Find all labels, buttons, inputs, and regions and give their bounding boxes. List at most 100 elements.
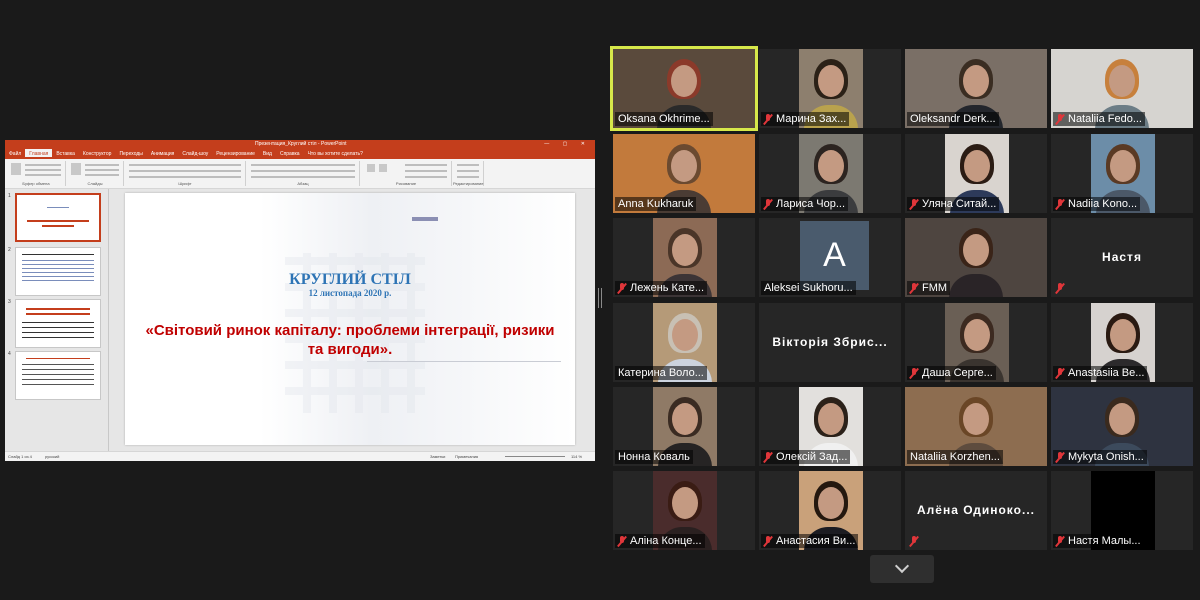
ribbon-group-drawing[interactable]: Рисование [361,161,452,186]
video-figure [818,150,844,182]
mic-muted-icon [1056,367,1064,379]
video-figure [1110,319,1136,351]
participant-name-label: Олексій Зад... [761,450,851,464]
participant-tile[interactable]: Анастасия Ви... [759,471,901,550]
video-figure [963,234,989,266]
video-figure [963,65,989,97]
slide-thumb-3[interactable] [15,299,101,348]
tab-design[interactable]: Конструктор [79,149,116,157]
participant-tile[interactable]: Катерина Воло... [613,303,755,382]
mic-muted-icon [1056,113,1064,125]
tab-animation[interactable]: Анимация [147,149,178,157]
tab-transitions[interactable]: Переходы [115,149,146,157]
video-figure [964,150,990,182]
tell-me-search[interactable]: Что вы хотите сделать? [304,149,367,157]
slide-title: КРУГЛИЙ СТІЛ [289,271,411,288]
video-figure [963,403,989,435]
mic-muted-icon [910,198,918,210]
participant-name-label: Лежень Кате... [615,281,708,295]
tab-slideshow[interactable]: Слайд-шоу [178,149,212,157]
participant-tile[interactable]: Nadiia Kono... [1051,134,1193,213]
participant-tile[interactable]: A Aleksei Sukhoru... [759,218,901,297]
video-figure [672,487,698,519]
video-figure [671,150,697,182]
participant-tile[interactable]: Anastasiia Be... [1051,303,1193,382]
ribbon-group-paragraph[interactable]: Абзац [247,161,360,186]
participant-tile[interactable]: FMM [905,218,1047,297]
participant-name-label: Nadiia Kono... [1053,197,1141,211]
video-figure [964,319,990,351]
participant-name: Уляна Ситай... [922,198,997,210]
participant-tile[interactable]: Nataliia Fedo... [1051,49,1193,128]
ppt-ribbon-tabs: Файл Главная Вставка Конструктор Переходы Ани… [5,149,595,159]
zoom-level[interactable]: 114 % [571,454,582,459]
ribbon-group-clipboard[interactable]: Буфер обмена [7,161,66,186]
participant-name: Oksana Okhrime... [618,113,710,125]
participant-tile[interactable]: Алёна Одиноко... [905,471,1047,550]
comments-button[interactable]: Примечания [455,454,478,459]
participant-name-label: Нонна Коваль [615,450,693,464]
gallery-scroll-button[interactable] [870,555,934,583]
chevron-down-icon [894,558,910,574]
participant-tile[interactable]: Уляна Ситай... [905,134,1047,213]
participant-name-label: Даша Серге... [907,366,996,380]
mic-muted-icon [764,198,772,210]
participant-tile[interactable]: Лежень Кате... [613,218,755,297]
participant-name-label [907,535,925,548]
notes-button[interactable]: Заметки [430,454,445,459]
shared-screen: Презентация_Круглий стіл - PowerPoint — … [5,140,595,461]
ribbon-group-slides[interactable]: Слайды [67,161,124,186]
participant-tile[interactable]: Лариса Чор... [759,134,901,213]
participant-name: Mykyta Onish... [1068,451,1144,463]
ribbon-group-editing[interactable]: Редактирование [453,161,484,186]
participant-tile[interactable]: Марина Зах... [759,49,901,128]
slide-divider [367,361,561,362]
participant-name-label: Oleksandr Derk... [907,112,999,126]
participant-name-label [1053,282,1071,295]
participant-name-label: FMM [907,281,951,295]
participant-tile[interactable]: Вікторія Збрис... [759,303,901,382]
new-slide-icon [71,163,81,175]
video-figure [949,274,1003,297]
participant-name: Нонна Коваль [618,451,690,463]
participant-display-name: Настя [1102,250,1142,264]
current-slide[interactable]: КРУГЛИЙ СТІЛ 12 листопада 2020 р. «Світо… [125,193,575,445]
participant-tile[interactable]: Олексій Зад... [759,387,901,466]
participant-tile[interactable]: Настя [1051,218,1193,297]
participant-tile[interactable]: Oksana Okhrime... [610,46,758,131]
participant-name-label: Настя Малы... [1053,534,1144,548]
ribbon-group-font[interactable]: Шрифт [125,161,246,186]
slide-thumb-1[interactable] [15,193,101,242]
tab-help[interactable]: Справка [276,149,304,157]
participant-name: Лариса Чор... [776,198,846,210]
participant-tile[interactable]: Нонна Коваль [613,387,755,466]
participant-tile[interactable]: Anna Kukharuk [613,134,755,213]
tab-file[interactable]: Файл [5,149,25,157]
participant-tile[interactable]: Настя Малы... [1051,471,1193,550]
zoom-slider[interactable] [505,456,565,457]
participant-name-label: Аліна Конце... [615,534,705,548]
mic-muted-icon [764,451,772,463]
participant-name: Анастасия Ви... [776,535,856,547]
participant-name-label: Mykyta Onish... [1053,450,1147,464]
tab-view[interactable]: Вид [259,149,276,157]
participant-tile[interactable]: Mykyta Onish... [1051,387,1193,466]
window-controls-icon[interactable]: — ▢ ✕ [544,141,591,147]
participant-tile[interactable]: Аліна Конце... [613,471,755,550]
participant-name: Nadiia Kono... [1068,198,1138,210]
slide-thumb-4[interactable] [15,351,101,400]
participant-name-label: Nataliia Korzhen... [907,450,1003,464]
split-view-handle[interactable] [598,288,602,308]
participant-tile[interactable]: Даша Серге... [905,303,1047,382]
participant-tile[interactable]: Nataliia Korzhen... [905,387,1047,466]
participant-name: Лежень Кате... [630,282,705,294]
slide-accent-bar [412,217,438,221]
ppt-statusbar: Слайд 1 из 4 русский Заметки Примечания … [5,451,595,461]
mic-muted-icon [618,282,626,294]
participant-name: Nataliia Fedo... [1068,113,1142,125]
participant-tile[interactable]: Oleksandr Derk... [905,49,1047,128]
tab-review[interactable]: Рецензирование [212,149,259,157]
tab-home[interactable]: Главная [25,149,53,157]
tab-insert[interactable]: Вставка [52,149,79,157]
slide-thumb-2[interactable] [15,247,101,296]
